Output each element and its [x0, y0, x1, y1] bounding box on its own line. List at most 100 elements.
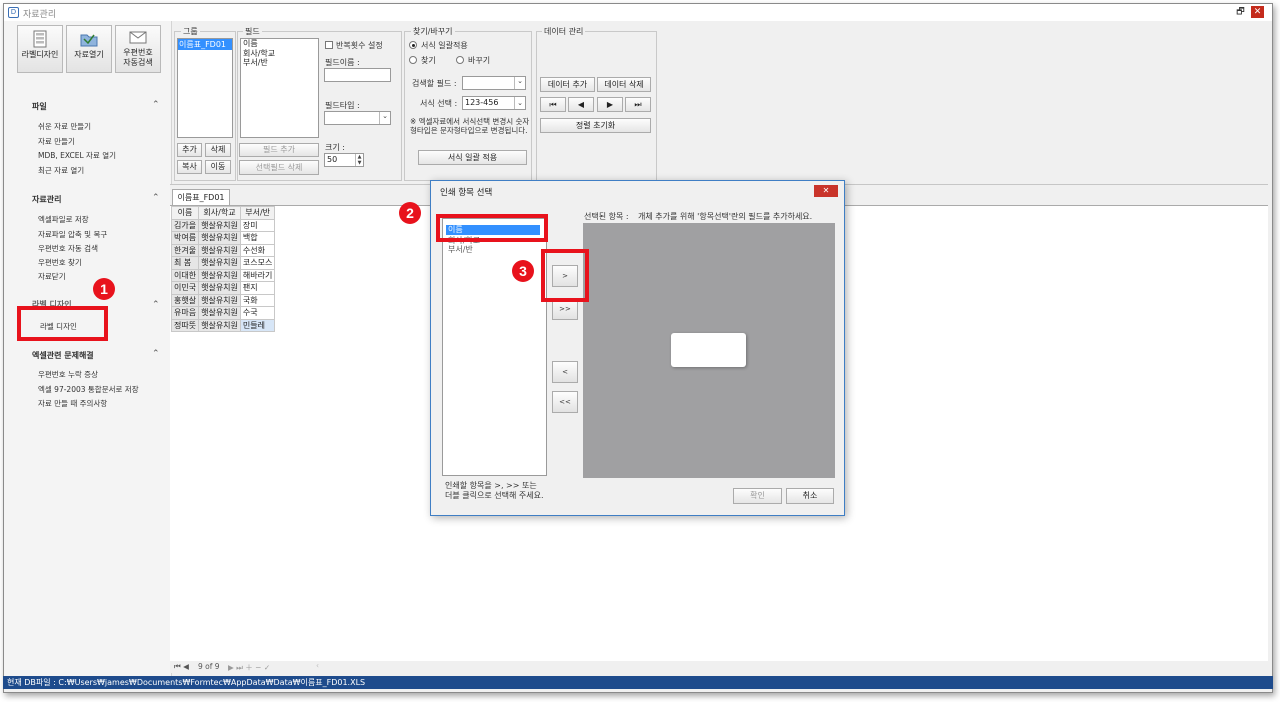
group-copy-button[interactable]: 복사: [177, 160, 202, 174]
table-cell[interactable]: 해바라기: [239, 268, 276, 282]
table-cell[interactable]: 수선화: [239, 243, 276, 257]
table-row[interactable]: 최 봄 햇살유치원 코스모스: [170, 256, 276, 270]
section-excel-issues[interactable]: 엑셀관련 문제해결: [32, 350, 94, 361]
first-record-icon[interactable]: ⏮: [540, 97, 566, 112]
group-list[interactable]: 이름표_FD01: [177, 38, 233, 138]
table-cell[interactable]: 햇살유치원: [198, 231, 241, 245]
restore-icon[interactable]: 🗗: [1235, 7, 1246, 17]
table-row[interactable]: 박여름 햇살유치원 백합: [170, 231, 276, 245]
apply-format-button[interactable]: 서식 일괄 적용: [418, 150, 527, 165]
table-cell[interactable]: 정따뜻: [170, 318, 200, 332]
size-stepper[interactable]: 50 ▲ ▼: [324, 153, 364, 167]
table-cell[interactable]: 백합: [239, 231, 276, 245]
table-cell[interactable]: 햇살유치원: [198, 318, 241, 332]
table-cell[interactable]: 햇살유치원: [198, 243, 241, 257]
table-cell[interactable]: 코스모스: [239, 256, 276, 270]
nav-create[interactable]: 자료 만들기: [38, 136, 75, 147]
nav-zip-find[interactable]: 우편번호 찾기: [38, 257, 82, 268]
nav-zip-missing[interactable]: 우편번호 누락 증상: [38, 369, 98, 380]
group-delete-button[interactable]: 삭제: [205, 143, 231, 157]
field-list[interactable]: 이름 회사/학교 부서/반: [240, 38, 319, 138]
delete-data-button[interactable]: 데이터 삭제: [597, 77, 651, 92]
section-data[interactable]: 자료관리: [32, 194, 61, 205]
table-cell[interactable]: 이대한: [170, 268, 200, 282]
field-type-select[interactable]: ⌄: [324, 111, 391, 125]
tab-data-sheet[interactable]: 이름표_FD01: [172, 189, 230, 205]
nav-zip-auto[interactable]: 우편번호 자동 검색: [38, 243, 98, 254]
table-cell[interactable]: 국화: [239, 293, 276, 307]
format-select[interactable]: 123-456 ⌄: [462, 96, 526, 110]
chevron-up-icon[interactable]: ⌃: [152, 193, 160, 203]
table-row[interactable]: 정따뜻 햇살유치원 민들레: [170, 318, 276, 332]
table-cell[interactable]: 홍햇살: [170, 293, 200, 307]
table-row[interactable]: 이민국 햇살유치원 팬지: [170, 281, 276, 295]
table-cell[interactable]: 장미: [239, 218, 276, 232]
table-row[interactable]: 유마음 햇살유치원 수국: [170, 306, 276, 320]
table-row[interactable]: 김가을 햇살유치원 장미: [170, 218, 276, 232]
table-row[interactable]: 이대한 햇살유치원 해바라기: [170, 268, 276, 282]
find-radio[interactable]: [409, 56, 417, 64]
nav-save-excel[interactable]: 엑셀파일로 저장: [38, 214, 89, 225]
table-cell[interactable]: 햇살유치원: [198, 293, 241, 307]
remove-one-button[interactable]: <: [552, 361, 578, 383]
grid-column-header[interactable]: 부서/반: [239, 206, 276, 220]
nav-open-mdb[interactable]: MDB, EXCEL 자료 열기: [38, 150, 116, 161]
prev-record-icon[interactable]: ◀: [568, 97, 594, 112]
group-list-item[interactable]: 이름표_FD01: [178, 39, 232, 50]
add-field-button[interactable]: 필드 추가: [239, 143, 319, 157]
field-list-item[interactable]: 부서/반: [243, 58, 318, 68]
nav-next-last-icons[interactable]: ▶ ⏭ ＋ − ✓: [228, 662, 270, 673]
close-icon[interactable]: ✕: [1251, 6, 1264, 18]
table-cell[interactable]: 이민국: [170, 281, 200, 295]
table-cell[interactable]: 햇살유치원: [198, 306, 241, 320]
chevron-up-icon[interactable]: ⌃: [152, 349, 160, 359]
table-cell[interactable]: 햇살유치원: [198, 218, 241, 232]
apply-all-radio[interactable]: [409, 41, 417, 49]
table-cell[interactable]: 김가을: [170, 218, 200, 232]
table-row[interactable]: 한겨울 햇살유치원 수선화: [170, 243, 276, 257]
remove-all-button[interactable]: <<: [552, 391, 578, 413]
scroll-left-icon[interactable]: ‹: [316, 661, 319, 670]
table-cell[interactable]: 수국: [239, 306, 276, 320]
grid-column-header[interactable]: 회사/학교: [198, 206, 241, 220]
dialog-close-icon[interactable]: ✕: [814, 185, 838, 197]
chevron-up-icon[interactable]: ⌃: [152, 300, 160, 310]
grid-column-header[interactable]: 이름: [170, 206, 200, 220]
nav-compress[interactable]: 자료파일 압축 및 복구: [38, 229, 107, 240]
field-list-item[interactable]: 이름: [243, 39, 318, 49]
table-row[interactable]: 홍햇살 햇살유치원 국화: [170, 293, 276, 307]
nav-first-prev-icons[interactable]: ⏮ ◀: [174, 662, 189, 672]
table-cell[interactable]: 한겨울: [170, 243, 200, 257]
table-cell[interactable]: 박여름: [170, 231, 200, 245]
nav-caution[interactable]: 자료 만들 때 주의사항: [38, 398, 107, 409]
table-cell[interactable]: 팬지: [239, 281, 276, 295]
table-cell[interactable]: 햇살유치원: [198, 281, 241, 295]
repeat-checkbox[interactable]: [325, 41, 333, 49]
nav-recent[interactable]: 최근 자료 열기: [38, 165, 84, 176]
table-cell[interactable]: 최 봄: [170, 256, 200, 270]
nav-close-data[interactable]: 자료닫기: [38, 271, 66, 282]
search-field-select[interactable]: ⌄: [462, 76, 526, 90]
replace-radio[interactable]: [456, 56, 464, 64]
spinner-icon[interactable]: ▲ ▼: [355, 154, 363, 166]
delete-selected-field-button[interactable]: 선택필드 삭제: [239, 160, 319, 175]
print-item-list[interactable]: 이름 회사/학교 부서/반: [442, 218, 547, 476]
field-name-input[interactable]: [324, 68, 391, 82]
nav-easy-create[interactable]: 쉬운 자료 만들기: [38, 121, 91, 132]
nav-save-97[interactable]: 엑셀 97-2003 통합문서로 저장: [38, 384, 139, 395]
group-add-button[interactable]: 추가: [177, 143, 202, 157]
next-record-icon[interactable]: ▶: [597, 97, 623, 112]
ok-button[interactable]: 확인: [733, 488, 782, 504]
table-cell[interactable]: 유마음: [170, 306, 200, 320]
field-list-item[interactable]: 회사/학교: [243, 49, 318, 59]
last-record-icon[interactable]: ⏭: [625, 97, 651, 112]
table-cell[interactable]: 민들레: [239, 318, 276, 332]
table-cell[interactable]: 햇살유치원: [198, 268, 241, 282]
table-cell[interactable]: 햇살유치원: [198, 256, 241, 270]
add-data-button[interactable]: 데이터 추가: [540, 77, 595, 92]
cancel-button[interactable]: 취소: [786, 488, 834, 504]
zip-search-button[interactable]: 우편번호 자동검색: [115, 25, 161, 73]
section-file[interactable]: 파일: [32, 101, 47, 112]
open-data-button[interactable]: 자료열기: [66, 25, 112, 73]
data-grid[interactable]: 이름 회사/학교 부서/반 김가을 햇살유치원 장미 박여름 햇살유치원 백합 한겨울 햇살유치원 수…: [170, 206, 276, 332]
